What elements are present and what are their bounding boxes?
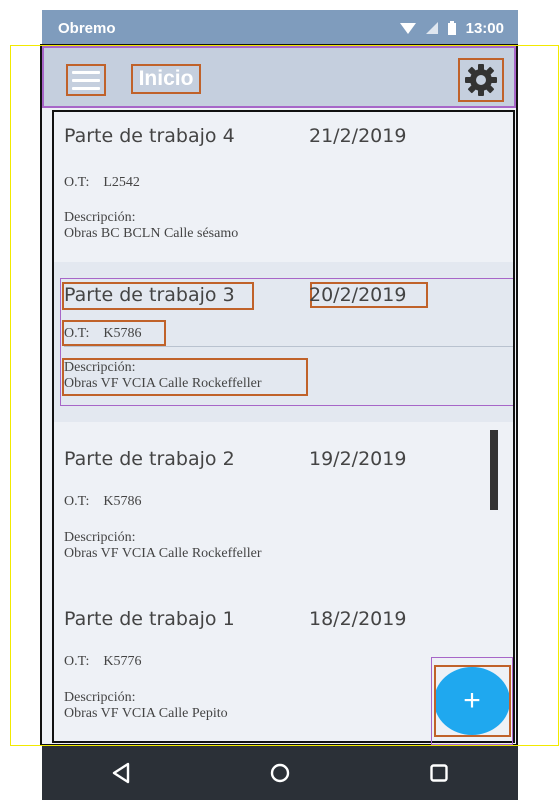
carrier-name: Obremo [58, 19, 116, 37]
app-screen: Inicio Parte de trabajo 4 21/2/2019 O.T:… [40, 44, 518, 746]
ot-label: O.T: [64, 654, 90, 669]
description-label: Descripción: [64, 210, 136, 225]
settings-button[interactable] [458, 58, 504, 102]
back-triangle-icon[interactable] [110, 762, 132, 784]
divider [64, 346, 513, 347]
status-icons: 13:00 [399, 19, 504, 37]
ot-value: K5776 [103, 654, 142, 669]
scrollbar-thumb[interactable] [490, 430, 498, 510]
wifi-icon [399, 23, 416, 34]
item-ot: O.T: L2542 [64, 175, 140, 191]
ot-label: O.T: [64, 326, 90, 341]
list-item[interactable]: Parte de trabajo 2 19/2/2019 O.T: K5786 D… [54, 422, 513, 582]
item-title: Parte de trabajo 3 [64, 284, 235, 306]
menu-button[interactable] [66, 64, 106, 96]
ot-value: K5786 [103, 326, 142, 341]
item-title: Parte de trabajo 1 [64, 608, 235, 630]
fab-highlight-box [434, 665, 511, 737]
status-bar: Obremo 13:00 [42, 10, 518, 46]
hamburger-icon [72, 70, 100, 74]
description-text: Obras BC BCLN Calle sésamo [64, 226, 239, 241]
item-ot: O.T: K5786 [64, 326, 141, 342]
item-date: 19/2/2019 [309, 448, 407, 470]
work-report-list[interactable]: Parte de trabajo 4 21/2/2019 O.T: L2542 D… [52, 110, 515, 743]
description-label: Descripción: [64, 530, 136, 545]
description-text: Obras VF VCIA Calle Rockeffeller [64, 546, 262, 561]
ot-value: K5786 [103, 494, 142, 509]
system-nav-bar [42, 746, 518, 800]
item-title: Parte de trabajo 2 [64, 448, 235, 470]
description-label: Descripción: [64, 690, 136, 705]
item-date: 18/2/2019 [309, 608, 407, 630]
ot-value: L2542 [103, 175, 140, 190]
description-label: Descripción: [64, 360, 136, 375]
signal-icon [425, 22, 438, 34]
list-item-selected[interactable]: Parte de trabajo 3 20/2/2019 O.T: K5786 D… [54, 262, 513, 422]
item-ot: O.T: K5786 [64, 494, 141, 510]
item-date: 20/2/2019 [309, 284, 407, 306]
ot-label: O.T: [64, 494, 90, 509]
battery-icon [447, 21, 456, 35]
ot-label: O.T: [64, 175, 90, 190]
home-circle-icon[interactable] [269, 762, 291, 784]
app-bar: Inicio [42, 46, 516, 108]
description-text: Obras VF VCIA Calle Pepito [64, 706, 228, 721]
description-text: Obras VF VCIA Calle Rockeffeller [64, 376, 262, 391]
item-ot: O.T: K5776 [64, 654, 141, 670]
list-item[interactable]: Parte de trabajo 4 21/2/2019 O.T: L2542 D… [54, 112, 513, 262]
gear-icon [465, 64, 497, 96]
recents-square-icon[interactable] [428, 762, 450, 784]
page-title: Inicio [131, 64, 201, 94]
item-date: 21/2/2019 [309, 125, 407, 147]
item-title: Parte de trabajo 4 [64, 125, 235, 147]
clock: 13:00 [465, 19, 504, 37]
